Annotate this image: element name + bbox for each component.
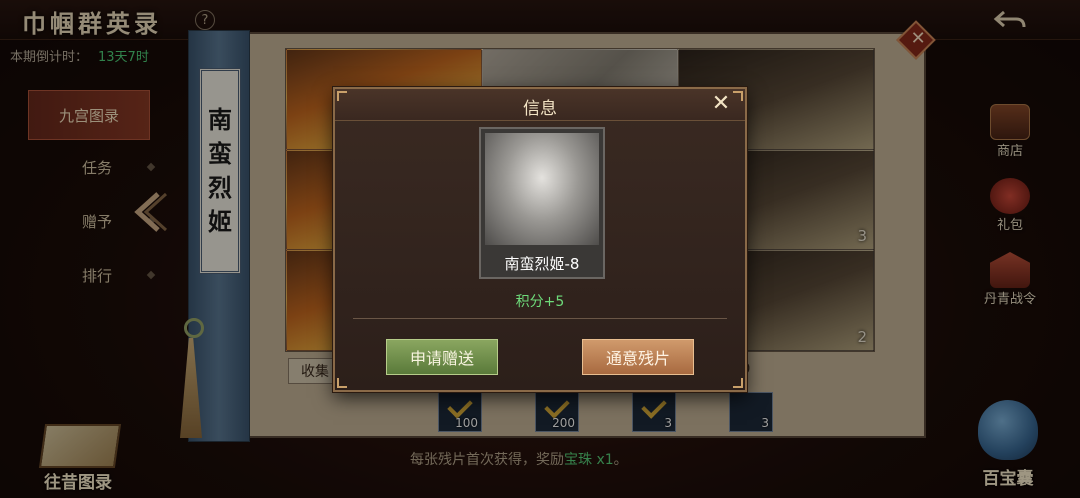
corner-ornament-icon — [337, 378, 347, 388]
score-reward: 积分+5 — [515, 294, 565, 310]
corner-ornament-icon — [733, 378, 743, 388]
info-dialog: 信息 ✕ 南蛮烈姬-8 积分+5 申请赠送 通意残片 — [333, 87, 747, 392]
dialog-title: 信息 — [523, 99, 557, 119]
corner-ornament-icon — [733, 91, 743, 101]
request-gift-button[interactable]: 申请赠送 — [386, 339, 498, 375]
wish-fragment-button[interactable]: 通意残片 — [582, 339, 694, 375]
divider — [353, 318, 727, 319]
fragment-name: 南蛮烈姬-8 — [504, 255, 580, 273]
fragment-image — [485, 133, 599, 245]
close-icon[interactable]: ✕ — [709, 93, 733, 117]
dialog-header: 信息 ✕ — [335, 89, 745, 121]
corner-ornament-icon — [337, 91, 347, 101]
fragment-card: 南蛮烈姬-8 — [479, 127, 605, 279]
